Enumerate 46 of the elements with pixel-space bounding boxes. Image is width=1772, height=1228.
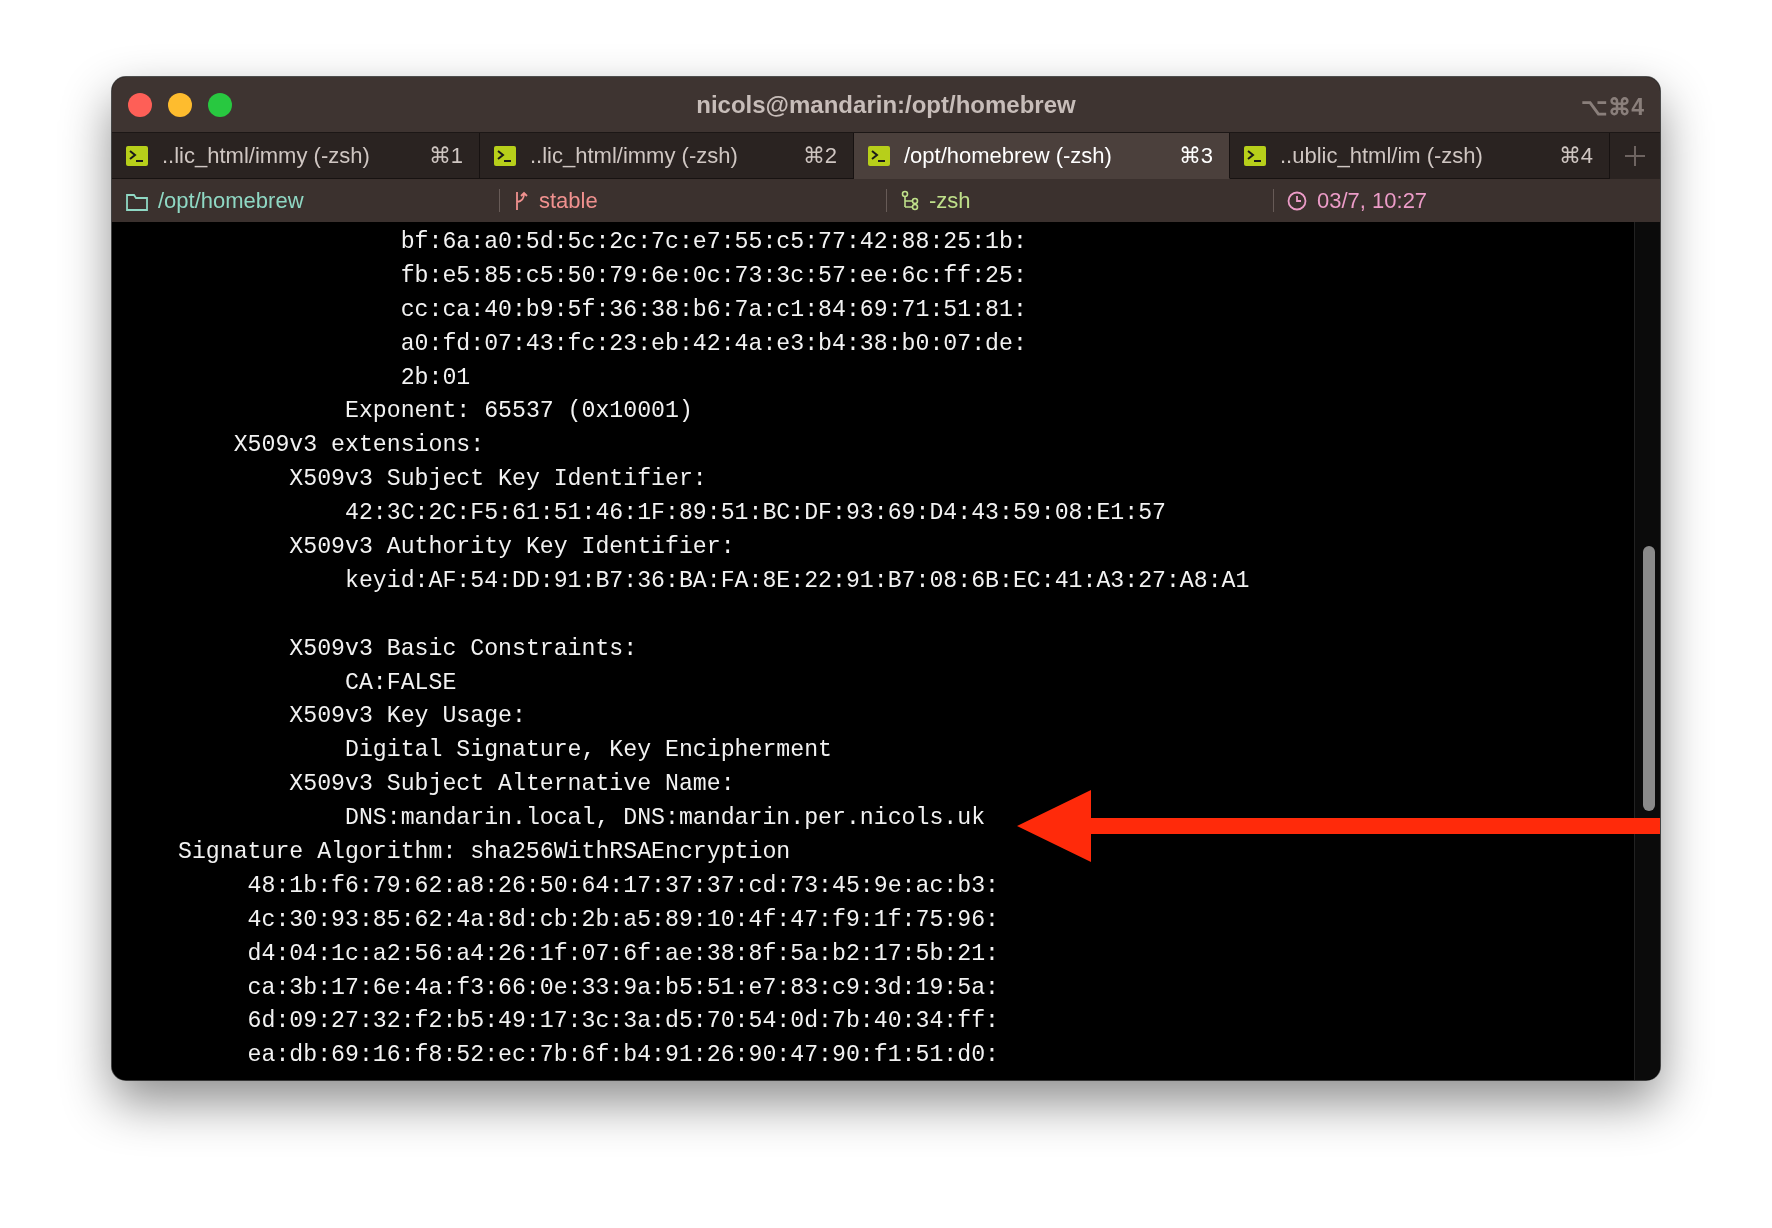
terminal-tab[interactable]: ..lic_html/immy (-zsh) ⌘1 bbox=[112, 133, 480, 179]
window-shortcut: ⌥⌘4 bbox=[1581, 93, 1644, 122]
terminal-icon bbox=[1244, 145, 1266, 166]
output-line: bf:6a:a0:5d:5c:2c:7c:e7:55:c5:77:42:88:25:1b: bbox=[400, 229, 1027, 255]
output-line: ca:3b:17:6e:4a:f3:66:0e:33:9a:b5:51:e7:83:c9:3d:19:5a: bbox=[247, 974, 999, 1001]
status-item: 03/7, 10:27 bbox=[1317, 187, 1428, 215]
terminal-icon bbox=[494, 145, 516, 166]
clock-icon bbox=[1287, 190, 1307, 211]
output-line: X509v3 Subject Alternative Name: bbox=[289, 771, 735, 798]
output-line: X509v3 extensions: bbox=[233, 432, 485, 459]
output-line: 48:1b:f6:79:62:a8:26:50:64:17:37:37:cd:73:45:9e:ac:b3: bbox=[247, 872, 999, 899]
terminal-icon bbox=[126, 145, 148, 166]
minimize-button[interactable] bbox=[168, 93, 192, 117]
output-line: X509v3 Subject Key Identifier: bbox=[289, 466, 707, 493]
status-item: /opt/homebrew bbox=[158, 187, 304, 215]
terminal-icon bbox=[868, 145, 890, 166]
tree-icon bbox=[900, 190, 919, 211]
output-line: a0:fd:07:43:fc:23:eb:42:4a:e3:b4:38:b0:07:de: bbox=[400, 330, 1027, 357]
output-line: Exponent: 65537 (0x10001) bbox=[345, 398, 693, 425]
terminal-tab[interactable]: /opt/homebrew (-zsh) ⌘3 bbox=[854, 133, 1230, 179]
scrollbar-thumb[interactable] bbox=[1643, 546, 1655, 811]
output-line: Signature Algorithm: sha256WithRSAEncryption bbox=[178, 839, 791, 866]
status-item: stable bbox=[539, 187, 598, 215]
output-line: Digital Signature, Key Encipherment bbox=[345, 737, 832, 764]
output-line: keyid:AF:54:DD:91:B7:36:BA:FA:8E:22:91:B7:08:6B:EC:41:A3:27:A8:A1 bbox=[345, 567, 1250, 594]
terminal-tab[interactable]: ..lic_html/immy (-zsh) ⌘2 bbox=[480, 133, 854, 179]
output-line: d4:04:1c:a2:56:a4:26:1f:07:6f:ae:38:8f:5a:b2:17:5b:21: bbox=[247, 940, 999, 967]
output-line: CA:FALSE bbox=[345, 669, 457, 696]
output-line: X509v3 Key Usage: bbox=[289, 703, 526, 730]
terminal-tab[interactable]: ..ublic_html/im (-zsh) ⌘4 bbox=[1230, 133, 1610, 179]
close-button[interactable] bbox=[128, 93, 152, 117]
output-line: DNS:mandarin.local, DNS:mandarin.per.nicols.uk bbox=[345, 805, 986, 832]
output-line: ea:db:69:16:f8:52:ec:7b:6f:b4:91:26:90:47:90:f1:51:d0: bbox=[247, 1042, 999, 1069]
output-line: 4c:30:93:85:62:4a:8d:cb:2b:a5:89:10:4f:47:f9:1f:75:96: bbox=[247, 906, 999, 933]
output-line: X509v3 Basic Constraints: bbox=[289, 635, 638, 662]
window-title: nicols@mandarin:/opt/homebrew bbox=[696, 89, 1076, 120]
status-item: -zsh bbox=[929, 187, 971, 215]
zoom-button[interactable] bbox=[208, 93, 232, 117]
output-line: 6d:09:27:32:f2:b5:49:17:3c:3a:d5:70:54:0d:7b:40:34:ff: bbox=[247, 1008, 999, 1035]
output-line: fb:e5:85:c5:50:79:6e:0c:73:3c:57:ee:6c:ff:25: bbox=[400, 262, 1027, 289]
output-line: 2b:01 bbox=[400, 364, 471, 391]
output-line: X509v3 Authority Key Identifier: bbox=[289, 534, 735, 560]
branch-icon bbox=[513, 189, 529, 212]
output-line: cc:ca:40:b9:5f:36:38:b6:7a:c1:84:69:71:51:81: bbox=[400, 296, 1027, 323]
output-line: 42:3C:2C:F5:61:51:46:1F:89:51:BC:DF:93:69:D4:43:59:08:E1:57 bbox=[345, 500, 1166, 527]
plus-icon bbox=[1625, 146, 1645, 166]
